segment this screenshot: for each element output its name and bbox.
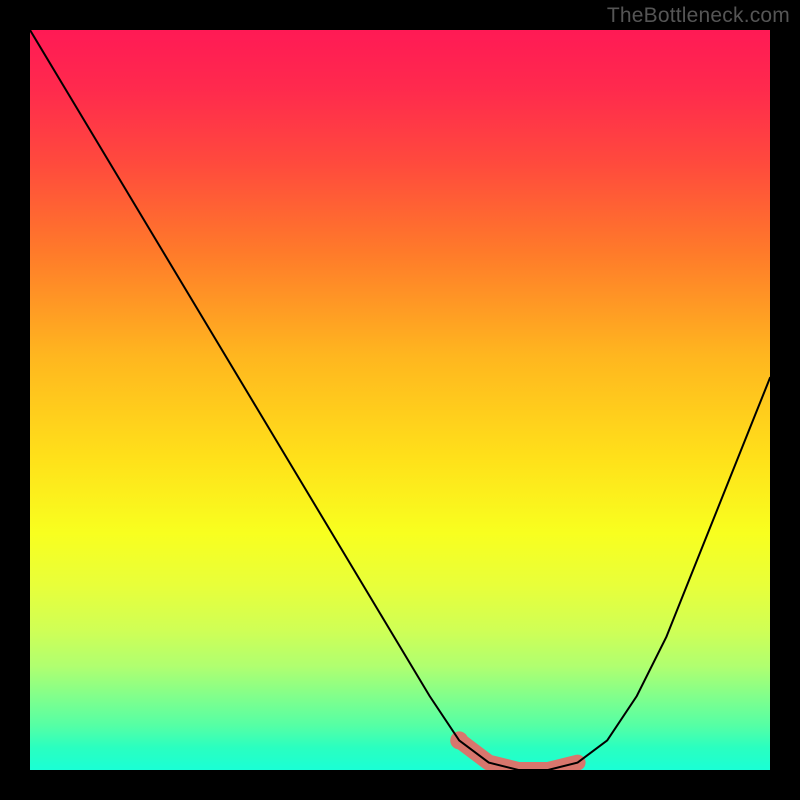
plot-area (30, 30, 770, 770)
watermark-text: TheBottleneck.com (607, 4, 790, 28)
optimal-range-highlight (459, 740, 577, 770)
curve-svg (30, 30, 770, 770)
bottleneck-curve (30, 30, 770, 770)
chart-frame: TheBottleneck.com (0, 0, 800, 800)
